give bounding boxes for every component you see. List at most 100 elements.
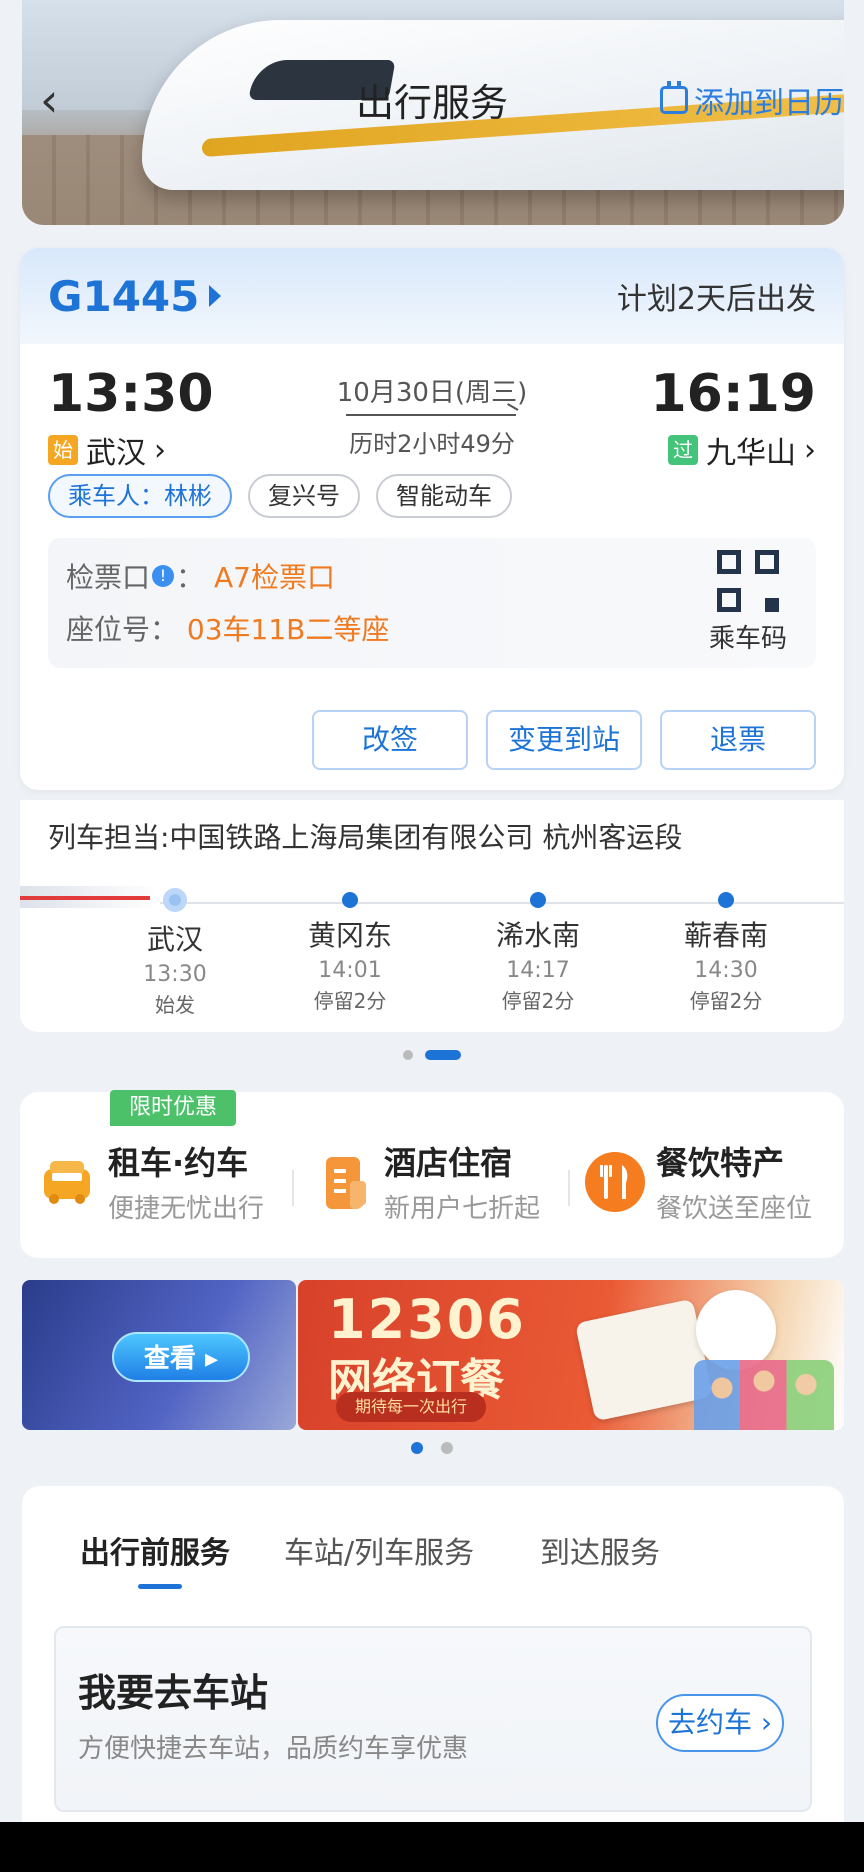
service-title: 餐饮特产 [656,1144,785,1182]
service-desc: 便捷无忧出行 [108,1194,265,1224]
system-nav-bar [0,1822,864,1872]
train-number: G1445 [48,271,200,321]
ticket-card: G1445 计划2天后出发 13:30 10月30日(周三) 历时2小时49分 … [20,248,844,790]
ad-slogan: 期待每一次出行 [336,1392,486,1422]
go-to-station-card[interactable]: 我要去车站 方便快捷去车站，品质约车享优惠 去约车 › [54,1626,812,1812]
seat-info-box: 检票口 ! ： A7检票口 座位号： 03车11B二等座 乘车码 [48,538,816,668]
view-label: 查看 [143,1344,196,1374]
seat-label: 座位号： [66,613,179,646]
stop-name: 武汉 [146,923,203,956]
promo-badge: 限时优惠 [110,1090,236,1126]
services-card: 限时优惠 租车·约车 便捷无忧出行 酒店住宿 新用户七折起 餐饮特产 餐饮送至座… [20,1090,844,1258]
play-triangle-icon [209,285,222,307]
change-ticket-button[interactable]: 改签 [312,710,468,770]
gate-label: 检票口 [66,561,151,594]
pager-dot-active[interactable] [411,1442,423,1454]
tab-arrival[interactable]: 到达服务 [540,1528,660,1572]
service-car-rental[interactable]: 租车·约车 便捷无忧出行 [36,1138,264,1225]
service-hotel[interactable]: 酒店住宿 新用户七折起 [312,1138,540,1225]
pager-dot[interactable] [403,1050,413,1060]
go-station-desc: 方便快捷去车站，品质约车享优惠 [78,1734,469,1764]
ticket-actions: 改签 变更到站 退票 [312,710,816,770]
route-stop[interactable]: 蕲春南 14:30 停留2分 [646,892,806,1014]
arrive-time: 16:19 [650,364,816,424]
divider [568,1170,570,1206]
route-card: 列车担当:中国铁路上海局集团有限公司 杭州客运段 武汉 13:30 始发 黄冈东… [20,800,844,1032]
current-stop-dot [163,888,187,912]
change-destination-button[interactable]: 变更到站 [486,710,642,770]
view-button[interactable]: 查看 ▸ [112,1332,250,1382]
arrow-right-icon [346,414,516,416]
train-type-chip: 复兴号 [248,474,360,518]
chevron-right-icon: › [154,432,166,468]
seat-row: 座位号： 03车11B二等座 [66,608,389,648]
pager-dot[interactable] [441,1442,453,1454]
divider [292,1170,294,1206]
service-dining[interactable]: 餐饮特产 餐饮送至座位 [584,1138,812,1225]
service-desc: 新用户七折起 [384,1194,541,1224]
passenger-chip[interactable]: 乘车人：林彬 [48,474,232,518]
depart-plan: 计划2天后出发 [616,282,816,317]
stop-note: 始发 [155,993,195,1017]
dish-image [696,1290,776,1370]
ticket-chips: 乘车人：林彬 复兴号 智能动车 [20,474,844,518]
from-station-link[interactable]: 始 武汉 › [48,428,166,472]
stop-time: 13:30 [143,962,207,987]
refund-button[interactable]: 退票 [660,710,816,770]
tab-pre-travel[interactable]: 出行前服务 [80,1528,230,1572]
ride-code-button[interactable]: 乘车码 [698,550,798,655]
stop-note: 停留2分 [313,989,387,1013]
stop-dot [342,892,358,908]
gate-value: A7检票口 [214,561,336,594]
start-tag: 始 [48,435,78,465]
go-station-title: 我要去车站 [78,1671,269,1715]
stop-name: 黄冈东 [307,919,392,952]
book-car-label: 去约车 [667,1706,752,1739]
service-desc: 餐饮送至座位 [656,1194,813,1224]
stop-name: 蕲春南 [683,919,768,952]
hotel-icon [326,1156,366,1209]
gate-row: 检票口 ! ： A7检票口 [66,556,335,596]
journey-times: 13:30 10月30日(周三) 历时2小时49分 16:19 始 武汉 › 过… [20,344,844,474]
route-stop[interactable]: 黄冈东 14:01 停留2分 [270,892,430,1014]
route-pager [0,1050,864,1060]
chevron-right-icon: › [760,1706,773,1739]
stop-time: 14:30 [694,958,758,983]
stop-time: 14:01 [318,958,382,983]
ride-code-label: 乘车码 [708,624,787,654]
stop-time: 14:17 [506,958,570,983]
ad-title: 12306 [328,1288,526,1351]
chevron-right-icon: › [804,432,816,468]
route-stop[interactable]: 武汉 13:30 始发 [95,888,255,1018]
family-illustration [694,1360,834,1430]
stop-note: 停留2分 [689,989,763,1013]
active-tab-indicator [138,1584,182,1589]
info-icon[interactable]: ! [152,565,175,587]
pass-tag: 过 [668,435,698,465]
ad-banner-food[interactable]: 12306 网络订餐 期待每一次出行 [298,1280,844,1430]
add-to-calendar-button[interactable]: 添加到日历 [660,78,844,122]
service-title: 租车·约车 [108,1144,249,1182]
ad-banner-left[interactable]: 查看 ▸ [22,1280,296,1430]
play-triangle-icon: ▸ [205,1344,219,1374]
to-station: 九华山 [706,436,796,471]
gate-colon: ： [176,561,205,594]
qr-code-icon [717,550,779,612]
stop-note: 停留2分 [501,989,575,1013]
calendar-icon [660,81,688,114]
taxi-icon [44,1160,90,1204]
stop-dot [718,892,734,908]
train-number-link[interactable]: G1445 [48,271,222,321]
tab-station-train[interactable]: 车站/列车服务 [284,1528,474,1572]
dining-icon [585,1151,645,1212]
pager-dot-active[interactable] [425,1050,461,1060]
to-station-link[interactable]: 过 九华山 › [668,428,816,472]
smart-train-chip: 智能动车 [376,474,512,518]
add-to-calendar-label: 添加到日历 [694,86,844,121]
book-car-button[interactable]: 去约车 › [656,1694,784,1752]
train-operator: 列车担当:中国铁路上海局集团有限公司 杭州客运段 [48,821,683,854]
from-station: 武汉 [86,436,146,471]
service-title: 酒店住宿 [384,1144,513,1182]
route-stop[interactable]: 浠水南 14:17 停留2分 [458,892,618,1014]
ticket-header: G1445 计划2天后出发 [20,248,844,344]
